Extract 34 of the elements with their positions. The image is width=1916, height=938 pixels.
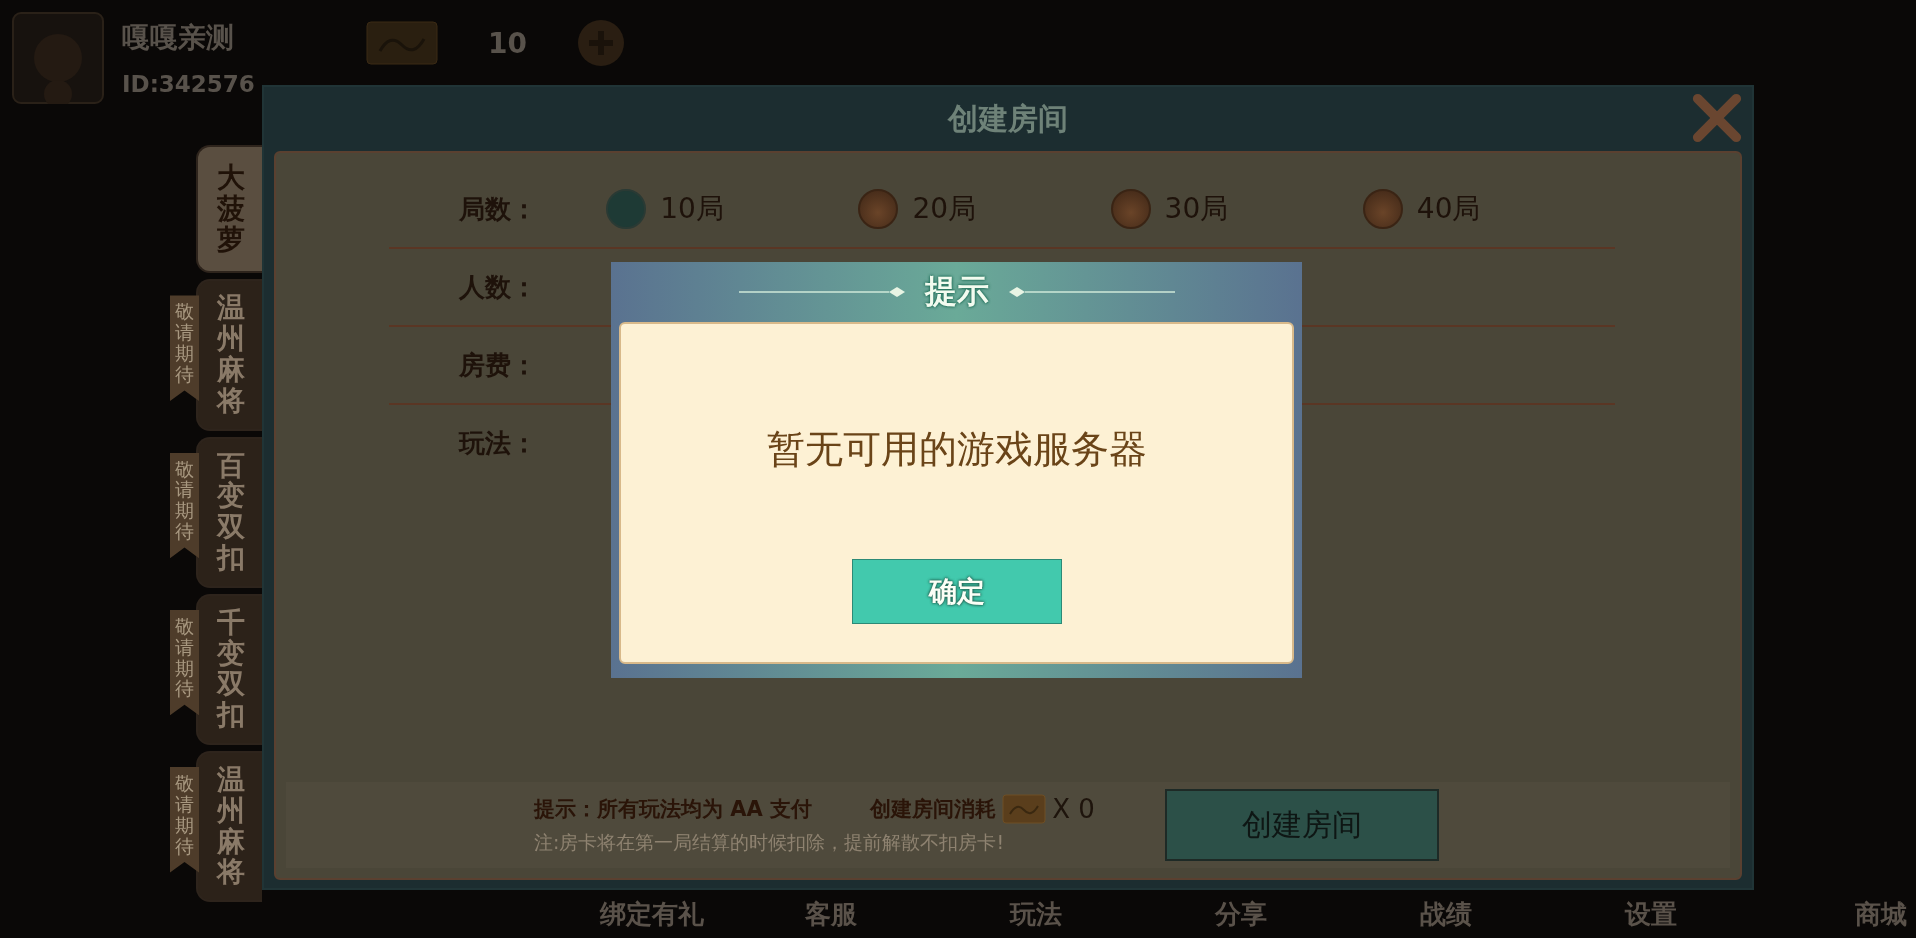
prompt-message: 暂无可用的游戏服务器: [766, 426, 1147, 473]
nav-item[interactable]: 商城: [1855, 896, 1907, 932]
nav-item[interactable]: 设置: [1625, 896, 1830, 932]
radio-button[interactable]: [606, 189, 647, 229]
dialog-title: 创建房间: [948, 99, 1068, 138]
coming-soon-ribbon: 敬请期待: [170, 452, 199, 559]
avatar-icon[interactable]: [12, 12, 104, 104]
create-room-button[interactable]: 创建房间: [1164, 789, 1439, 861]
coming-soon-ribbon: 敬请期待: [170, 766, 199, 873]
room-card-icon: [366, 21, 438, 65]
radio-button[interactable]: [858, 189, 899, 229]
confirm-button[interactable]: 确定: [851, 559, 1062, 624]
player-id: ID:342576: [122, 71, 256, 97]
plus-icon[interactable]: [576, 19, 625, 67]
nav-item[interactable]: 玩法: [1010, 896, 1215, 932]
nav-item[interactable]: 分享: [1215, 896, 1420, 932]
nav-item[interactable]: 绑定有礼: [600, 896, 805, 932]
nav-item[interactable]: 客服: [805, 896, 1010, 932]
radio-button[interactable]: [1110, 189, 1151, 229]
prompt-title: 提示: [924, 271, 989, 312]
player-name: 嘎嘎亲测: [122, 20, 235, 56]
close-icon[interactable]: [1690, 91, 1744, 145]
coming-soon-ribbon: 敬请期待: [170, 609, 199, 716]
deduction-note: 注:房卡将在第一局结算的时候扣除，提前解散不扣房卡!: [534, 830, 1006, 855]
coming-soon-ribbon: 敬请期待: [170, 295, 199, 401]
game-tab[interactable]: 温州麻将: [196, 279, 262, 431]
nav-item[interactable]: 战绩: [1420, 896, 1625, 932]
radio-button[interactable]: [1362, 189, 1403, 229]
game-tab[interactable]: 百变双扣: [196, 436, 262, 588]
game-tab[interactable]: 温州麻将: [196, 750, 262, 903]
room-card-icon: [1002, 794, 1047, 824]
game-tab[interactable]: 千变双扣: [196, 593, 262, 745]
game-tab[interactable]: 大菠萝: [196, 145, 262, 274]
card-count: 10: [488, 26, 527, 60]
